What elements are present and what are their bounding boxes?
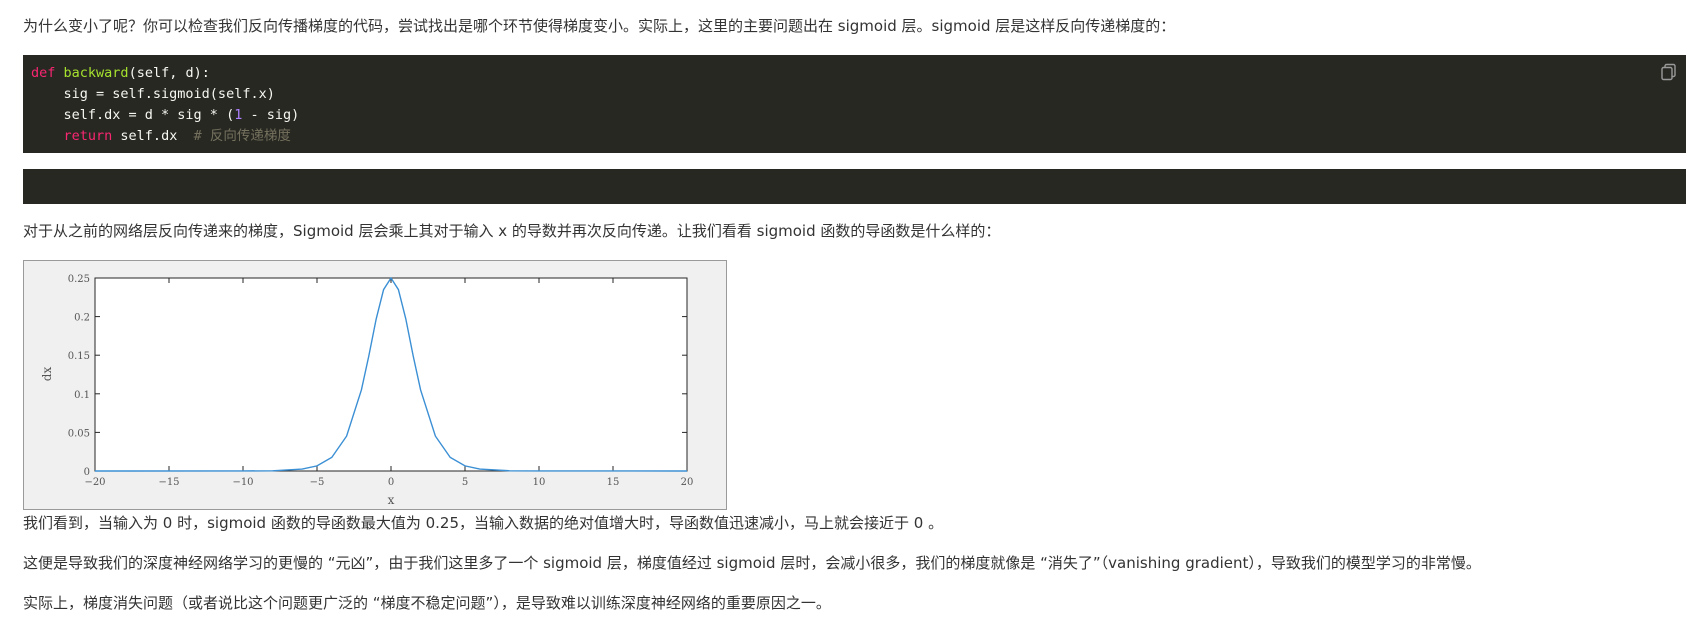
x-axis-label: x	[388, 493, 395, 507]
code-line-4: return self.dx # 反向传递梯度	[31, 126, 1678, 147]
code-function-name: backward	[63, 65, 129, 81]
code-text: - sig)	[242, 107, 300, 123]
y-tick-label: 0	[84, 467, 90, 478]
x-tick-label: 5	[462, 477, 468, 488]
code-keyword: def	[31, 65, 56, 81]
paragraph-observation: 我们看到，当输入为 0 时，sigmoid 函数的导函数最大值为 0.25，当输…	[23, 514, 944, 532]
y-tick-label: 0.05	[68, 428, 90, 439]
y-tick-label: 0.25	[68, 274, 90, 285]
x-tick-label: 0	[388, 477, 394, 488]
code-block: def backward(self, d): sig = self.sigmoi…	[23, 55, 1686, 153]
paragraph-conclusion: 实际上，梯度消失问题（或者说比这个问题更广泛的 “梯度不稳定问题”），是导致难以…	[23, 594, 831, 612]
x-tick-label: −20	[84, 477, 105, 488]
code-line-2: sig = self.sigmoid(self.x)	[31, 84, 1678, 105]
paragraph-sigmoid-derivative: 对于从之前的网络层反向传递来的梯度，Sigmoid 层会乘上其对于输入 x 的导…	[23, 222, 1001, 240]
code-text: sig = self.sigmoid(self.x)	[31, 86, 275, 102]
paragraph-intro: 为什么变小了呢？你可以检查我们反向传播梯度的代码，尝试找出是哪个环节使得梯度变小…	[23, 17, 1176, 35]
x-tick-label: −5	[310, 477, 325, 488]
y-axis-label: dx	[40, 367, 54, 382]
code-line-1: def backward(self, d):	[31, 63, 1678, 84]
x-tick-label: −15	[158, 477, 179, 488]
code-text: (self, d):	[128, 65, 210, 81]
page: 为什么变小了呢？你可以检查我们反向传播梯度的代码，尝试找出是哪个环节使得梯度变小…	[0, 0, 1693, 623]
x-tick-label: 15	[607, 477, 620, 488]
y-tick-label: 0.15	[68, 351, 90, 362]
empty-code-block	[23, 169, 1686, 204]
sigmoid-derivative-chart: −20 −15 −10 −5 0 5 10 15 20 0 0.05 0.1 0.15 0.2 0.25 x…	[23, 260, 727, 510]
copy-icon[interactable]	[1660, 63, 1678, 81]
x-tick-label: 20	[681, 477, 694, 488]
plot-area	[94, 277, 688, 472]
code-text: self.dx = d * sig * (	[31, 107, 235, 123]
x-tick-label: 10	[533, 477, 546, 488]
code-keyword: return	[63, 128, 113, 144]
y-tick-label: 0.2	[74, 313, 90, 324]
code-text: self.dx	[112, 128, 194, 144]
y-tick-label: 0.1	[74, 390, 90, 401]
paragraph-vanishing-gradient: 这便是导致我们的深度神经网络学习的更慢的 “元凶”，由于我们这里多了一个 sig…	[23, 554, 1481, 572]
x-tick-label: −10	[232, 477, 253, 488]
chart-svg: −20 −15 −10 −5 0 5 10 15 20 0 0.05 0.1 0.15 0.2 0.25 x…	[23, 260, 727, 510]
code-comment: # 反向传递梯度	[193, 128, 291, 144]
code-line-3: self.dx = d * sig * (1 - sig)	[31, 105, 1678, 126]
